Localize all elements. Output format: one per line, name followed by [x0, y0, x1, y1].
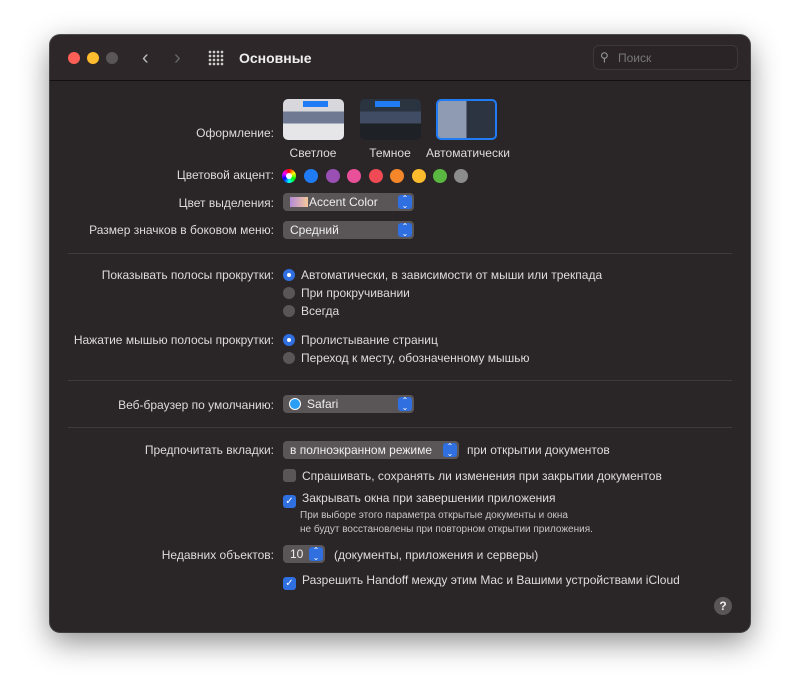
scrollbars-option-auto[interactable]: Автоматически, в зависимости от мыши или… [283, 268, 602, 282]
ask-save-checkbox[interactable]: Спрашивать, сохранять ли изменения при з… [283, 469, 662, 483]
system-preferences-window: ‹ › Основные ⚲ Поиск Оформление: Светлое… [50, 35, 750, 632]
tabs-label: Предпочитать вкладки: [144, 443, 274, 457]
accent-purple[interactable] [326, 169, 340, 183]
search-icon: ⚲ [600, 50, 609, 64]
checkmark-icon: ✓ [283, 495, 296, 508]
accent-graphite[interactable] [454, 169, 468, 183]
accent-orange[interactable] [390, 169, 404, 183]
title-bar: ‹ › Основные ⚲ Поиск [50, 35, 750, 81]
recent-value: 10 [290, 547, 304, 561]
checkbox-label: Разрешить Handoff между этим Mac и Вашим… [302, 573, 680, 587]
accent-green[interactable] [433, 169, 447, 183]
appearance-light-thumb[interactable] [283, 99, 344, 140]
appearance-dark-thumb[interactable] [360, 99, 421, 140]
option-label: При прокручивании [301, 286, 410, 300]
sidebar-size-label: Размер значков в боковом меню: [89, 223, 274, 237]
sidebar-size-value: Средний [290, 223, 339, 237]
accent-blue[interactable] [304, 169, 318, 183]
scroll-click-option-page[interactable]: Пролистывание страниц [283, 333, 438, 347]
close-windows-checkbox[interactable]: ✓ Закрывать окна при завершении приложени… [283, 491, 555, 508]
browser-popup[interactable]: Safari ⌃ ⌄ [283, 395, 414, 413]
appearance-label: Оформление: [196, 126, 274, 140]
chevron-updown-icon: ⌃ ⌄ [398, 195, 412, 210]
appearance-auto-thumb[interactable] [436, 99, 497, 140]
help-button[interactable]: ? [714, 597, 732, 615]
handoff-checkbox[interactable]: ✓ Разрешить Handoff между этим Mac и Ваши… [283, 573, 680, 590]
scrollbars-option-scrolling[interactable]: При прокручивании [283, 286, 410, 300]
highlight-label: Цвет выделения: [178, 196, 274, 210]
chevron-updown-icon: ⌃ ⌄ [398, 397, 412, 412]
minimize-button[interactable] [87, 52, 99, 64]
option-label: Автоматически, в зависимости от мыши или… [301, 268, 603, 282]
sidebar-size-popup[interactable]: Средний ⌃ ⌄ [283, 221, 414, 239]
close-button[interactable] [68, 52, 80, 64]
recent-items-popup[interactable]: 10 ⌃ ⌄ [283, 545, 325, 563]
appearance-dark-caption: Темное [369, 146, 411, 160]
checkbox-label: Закрывать окна при завершении приложения [302, 491, 556, 505]
divider [68, 380, 732, 381]
accent-multicolor[interactable] [282, 169, 296, 183]
chevron-updown-icon: ⌃ ⌄ [398, 223, 412, 238]
radio-icon [283, 352, 295, 364]
back-icon[interactable]: ‹ [142, 47, 149, 70]
checkbox-label: Спрашивать, сохранять ли изменения при з… [302, 469, 662, 483]
checkmark-icon: ✓ [283, 577, 296, 590]
scrollbars-label: Показывать полосы прокрутки: [101, 268, 274, 282]
forward-icon[interactable]: › [174, 47, 181, 70]
scrollbars-option-always[interactable]: Всегда [283, 304, 339, 318]
option-label: Переход к месту, обозначенному мышью [301, 351, 530, 365]
accent-label: Цветовой акцент: [176, 168, 274, 182]
accent-pink[interactable] [347, 169, 361, 183]
highlight-popup[interactable]: Accent Color ⌃ ⌄ [283, 193, 414, 211]
accent-yellow[interactable] [412, 169, 426, 183]
window-title: Основные [239, 50, 312, 66]
search-field[interactable]: ⚲ Поиск [593, 45, 738, 70]
close-windows-note-2: не будут восстановлены при повторном отк… [300, 524, 593, 535]
divider [68, 253, 732, 254]
search-placeholder: Поиск [618, 51, 652, 65]
tabs-popup[interactable]: в полноэкранном режиме ⌃ ⌄ [283, 441, 459, 459]
chevron-updown-icon: ⌃ ⌄ [443, 443, 457, 458]
divider [68, 427, 732, 428]
color-swatch-icon [290, 197, 308, 207]
chevron-updown-icon: ⌃ ⌄ [309, 547, 323, 562]
safari-icon [289, 398, 301, 410]
scroll-click-option-spot[interactable]: Переход к месту, обозначенному мышью [283, 351, 530, 365]
option-label: Всегда [301, 304, 340, 318]
tabs-value: в полноэкранном режиме [290, 443, 433, 457]
show-all-grid-icon[interactable] [208, 50, 224, 66]
radio-icon [283, 269, 295, 281]
zoom-button[interactable] [106, 52, 118, 64]
close-windows-note-1: При выборе этого параметра открытые доку… [300, 510, 568, 521]
radio-icon [283, 305, 295, 317]
accent-red[interactable] [369, 169, 383, 183]
appearance-auto-caption: Автоматически [426, 146, 510, 160]
recent-suffix: (документы, приложения и серверы) [334, 548, 539, 562]
browser-value: Safari [307, 397, 339, 411]
radio-icon [283, 287, 295, 299]
scroll-click-label: Нажатие мышью полосы прокрутки: [73, 333, 274, 347]
browser-label: Веб-браузер по умолчанию: [118, 398, 274, 412]
recent-label: Недавних объектов: [161, 548, 274, 562]
tabs-suffix: при открытии документов [467, 443, 610, 457]
highlight-value: Accent Color [309, 195, 378, 209]
radio-icon [283, 334, 295, 346]
option-label: Пролистывание страниц [301, 333, 438, 347]
checkbox-icon [283, 469, 296, 482]
